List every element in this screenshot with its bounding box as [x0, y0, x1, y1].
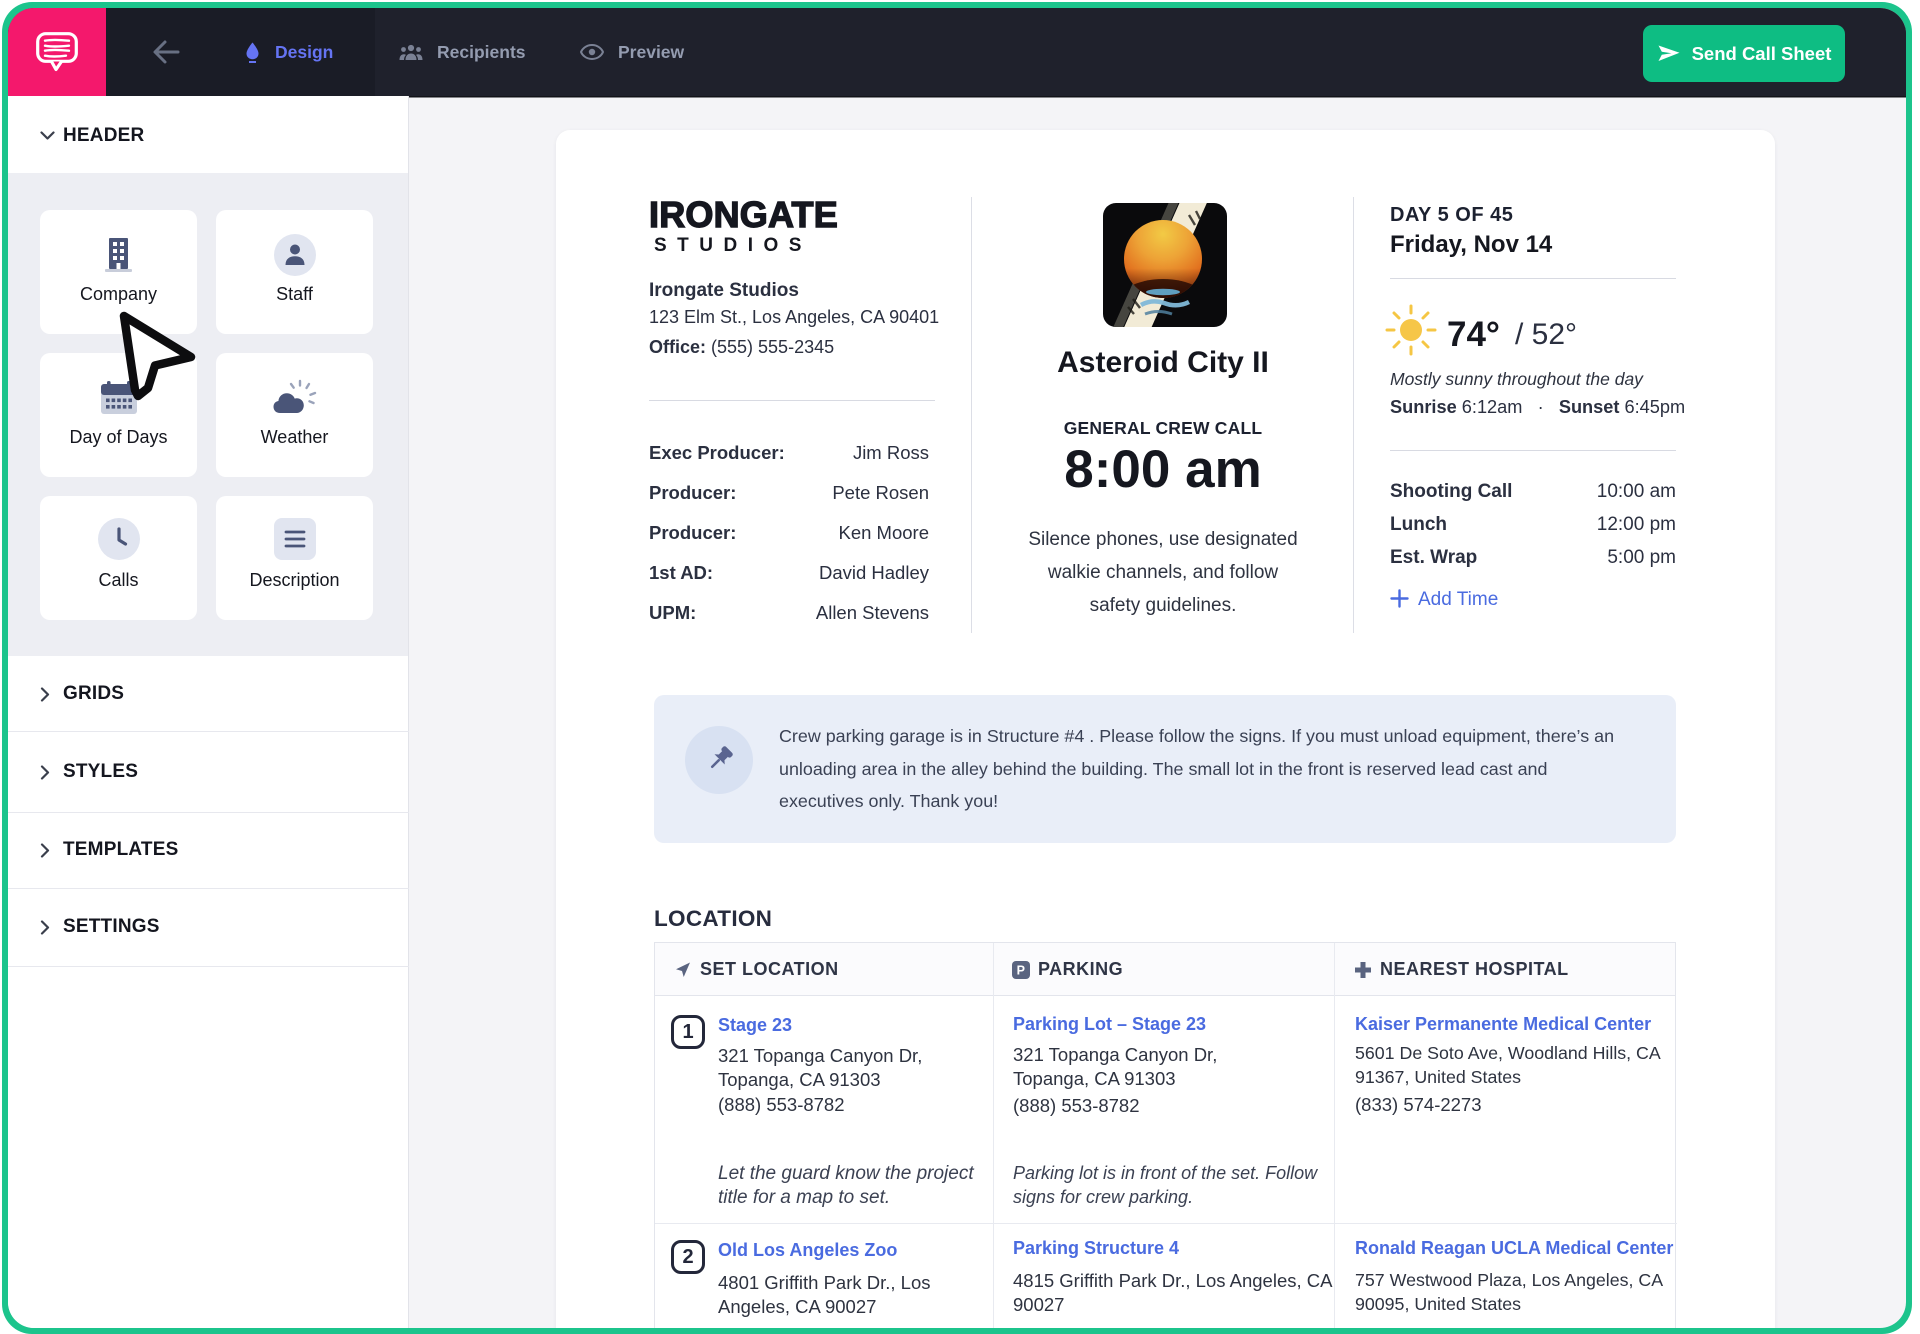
svg-text:P: P [1017, 963, 1026, 977]
